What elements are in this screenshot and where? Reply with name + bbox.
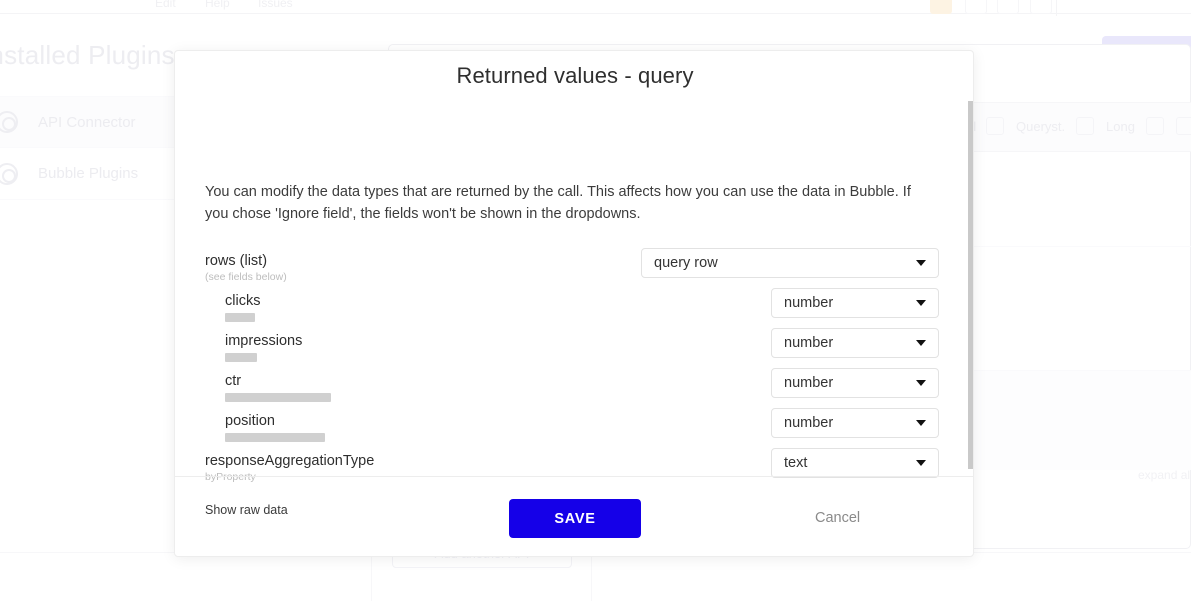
footer-column-divider: [591, 552, 592, 601]
table-column-header: Long: [1106, 119, 1135, 134]
field-sublabel: byProperty: [205, 471, 256, 483]
redacted-value-bar: [225, 313, 255, 322]
dropdown-selected-value: text: [784, 455, 808, 471]
page-title: Installed Plugins: [0, 40, 175, 70]
chevron-down-icon: [916, 460, 926, 466]
table-header-checkbox[interactable]: [1176, 117, 1191, 135]
type-dropdown[interactable]: text: [771, 448, 939, 478]
chevron-down-icon: [916, 380, 926, 386]
type-dropdown[interactable]: number: [771, 328, 939, 358]
field-label: responseAggregationType: [205, 453, 375, 469]
table-header-checkbox[interactable]: [986, 117, 1004, 135]
menu-item-issues[interactable]: Issues: [258, 0, 293, 10]
menu-item-edit[interactable]: Edit: [155, 0, 176, 10]
modal-footer-divider: [175, 476, 973, 477]
chevron-down-icon: [916, 300, 926, 306]
dropdown-selected-value: number: [784, 415, 834, 431]
field-sublabel: (see fields below): [205, 271, 287, 283]
table-header-checkbox[interactable]: [1146, 117, 1164, 135]
type-dropdown[interactable]: number: [771, 408, 939, 438]
dropdown-selected-value: number: [784, 295, 834, 311]
footer-column-divider: [371, 552, 372, 601]
warning-icon[interactable]: [930, 0, 952, 14]
dropdown-selected-value: query row: [654, 255, 718, 271]
dropdown-selected-value: number: [784, 335, 834, 351]
field-label: impressions: [225, 333, 303, 349]
modal-title: Returned values - query: [456, 63, 694, 88]
toolbar-divider: [1056, 0, 1057, 16]
modal-scrollbar[interactable]: [968, 101, 973, 469]
search-icon[interactable]: [1030, 0, 1052, 14]
field-label: ctr: [225, 373, 242, 389]
expand-all-link[interactable]: expand all: [1138, 468, 1191, 482]
plugin-name: API Connector: [38, 113, 136, 131]
type-dropdown[interactable]: number: [771, 288, 939, 318]
type-dropdown[interactable]: query row: [641, 248, 939, 278]
table-column-header: Queryst.: [1016, 119, 1066, 134]
plugin-name: Bubble Plugins: [38, 165, 139, 182]
field-label: rows (list): [205, 253, 268, 269]
redo-icon[interactable]: [997, 0, 1019, 14]
app-top-bar: Edit Help Issues: [0, 0, 1191, 16]
chevron-down-icon: [916, 340, 926, 346]
modal-description: You can modify the data types that are r…: [205, 184, 911, 222]
bubble-logo-icon: [0, 162, 18, 185]
redacted-value-bar: [225, 433, 325, 442]
field-label: clicks: [225, 293, 261, 309]
chevron-down-icon: [916, 260, 926, 266]
show-raw-data-link[interactable]: Show raw data: [205, 503, 288, 517]
save-button[interactable]: SAVE: [509, 499, 641, 538]
redacted-value-bar: [225, 393, 331, 402]
redacted-value-bar: [225, 353, 257, 362]
chevron-down-icon: [916, 420, 926, 426]
menu-item-help[interactable]: Help: [205, 0, 230, 10]
type-dropdown[interactable]: number: [771, 368, 939, 398]
modal-body: You can modify the data types that are r…: [175, 103, 973, 517]
table-header-checkbox[interactable]: [1076, 117, 1094, 135]
field-label: position: [225, 413, 275, 429]
dropdown-selected-value: number: [784, 375, 834, 391]
undo-icon[interactable]: [965, 0, 987, 14]
cancel-button[interactable]: Cancel: [815, 510, 860, 526]
returned-values-modal: Returned values - query You can modify t…: [174, 50, 974, 557]
bubble-logo-icon: [0, 111, 18, 133]
